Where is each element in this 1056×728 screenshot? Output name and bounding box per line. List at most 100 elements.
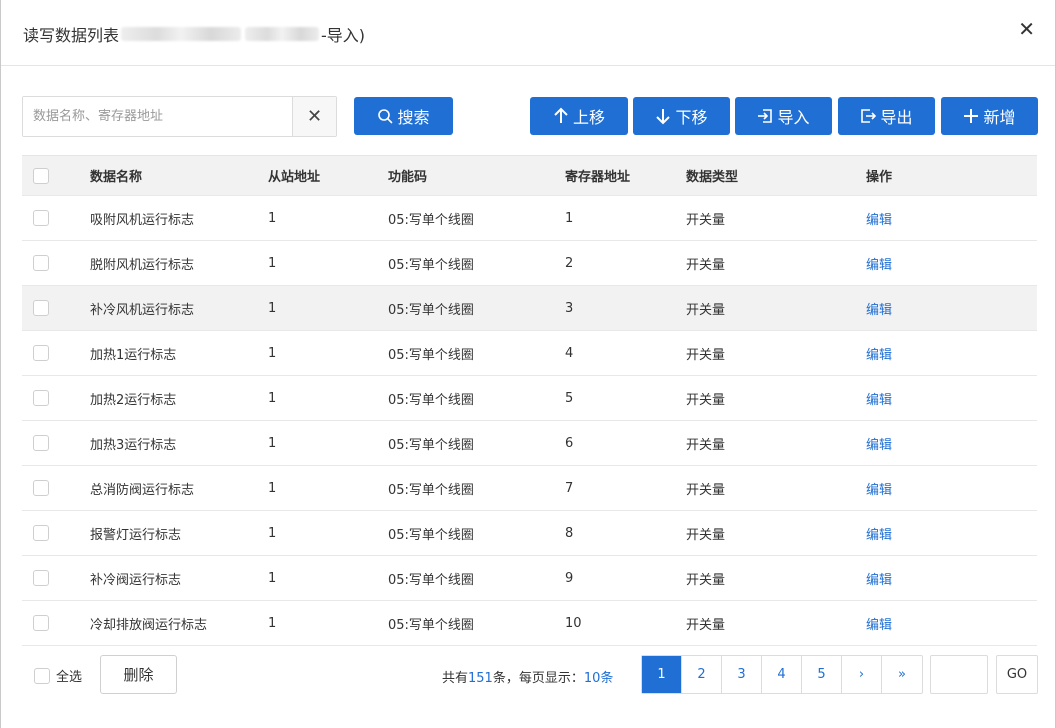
goto-page-input[interactable] [930,655,988,694]
delete-button[interactable]: 删除 [100,655,177,694]
table-row[interactable]: 补冷阀运行标志 1 05:写单个线圈 9 开关量 编辑 [22,556,1037,601]
cell-slave-address: 1 [268,300,277,316]
cell-register-address: 7 [565,480,574,496]
row-checkbox[interactable] [33,255,49,271]
cell-data-type: 开关量 [686,302,726,318]
close-icon[interactable]: ✕ [1018,18,1035,40]
cell-data-name: 补冷阀运行标志 [90,572,182,588]
cell-data-type: 开关量 [686,482,726,498]
page-info: 共有151条，每页显示：10条 [442,667,613,686]
total-prefix: 共有 [442,671,469,686]
go-button[interactable]: GO [996,655,1038,694]
row-checkbox[interactable] [33,390,49,406]
row-checkbox-cell [33,241,49,285]
cell-slave-address: 1 [268,480,277,496]
row-checkbox[interactable] [33,435,49,451]
search-button[interactable]: 搜索 [354,97,453,135]
last-page-button[interactable]: » [882,656,922,693]
select-all-header-checkbox[interactable] [33,167,49,184]
cell-data-name: 脱附风机运行标志 [90,257,195,273]
dialog: 读写数据列表 -导入) ✕ ✕ 搜索 上移 下移 [0,0,1056,728]
cell-register-address: 9 [565,570,574,586]
page-button-2[interactable]: 2 [682,656,722,693]
edit-link[interactable]: 编辑 [866,376,892,420]
total-count: 151 [468,671,493,686]
row-checkbox[interactable] [33,345,49,361]
next-page-button[interactable]: › [842,656,882,693]
cell-slave-address: 1 [268,390,277,406]
edit-link[interactable]: 编辑 [866,196,892,240]
header-name: 数据名称 [90,170,143,185]
table-row[interactable]: 总消防阀运行标志 1 05:写单个线圈 7 开关量 编辑 [22,466,1037,511]
page-button-3[interactable]: 3 [722,656,762,693]
cell-data-type: 开关量 [686,527,726,543]
table-row[interactable]: 加热1运行标志 1 05:写单个线圈 4 开关量 编辑 [22,331,1037,376]
edit-link[interactable]: 编辑 [866,556,892,600]
table-header-row: 数据名称 从站地址 功能码 寄存器地址 数据类型 操作 [22,156,1037,196]
edit-link[interactable]: 编辑 [866,466,892,510]
cell-slave-address: 1 [268,525,277,541]
select-all[interactable]: 全选 [34,666,82,685]
cell-slave-address: 1 [268,615,277,631]
edit-link[interactable]: 编辑 [866,331,892,375]
edit-link[interactable]: 编辑 [866,601,892,645]
cell-register-address: 5 [565,390,574,406]
table-row[interactable]: 补冷风机运行标志 1 05:写单个线圈 3 开关量 编辑 [22,286,1037,331]
plus-icon [964,109,979,123]
row-checkbox[interactable] [33,570,49,586]
select-all-checkbox[interactable] [34,667,50,684]
cell-function-code: 05:写单个线圈 [388,437,474,453]
cell-register-address: 4 [565,345,574,361]
row-checkbox[interactable] [33,525,49,541]
edit-link[interactable]: 编辑 [866,286,892,330]
cell-data-name: 吸附风机运行标志 [90,212,195,228]
move-up-label: 上移 [572,108,605,127]
row-checkbox-cell [33,511,49,555]
cell-function-code: 05:写单个线圈 [388,392,474,408]
move-down-button[interactable]: 下移 [633,97,730,135]
table-row[interactable]: 加热2运行标志 1 05:写单个线圈 5 开关量 编辑 [22,376,1037,421]
cell-register-address: 10 [565,615,582,631]
row-checkbox[interactable] [33,615,49,631]
import-button[interactable]: 导入 [735,97,832,135]
table-row[interactable]: 加热3运行标志 1 05:写单个线圈 6 开关量 编辑 [22,421,1037,466]
cell-data-name: 加热2运行标志 [90,392,177,408]
search-input[interactable] [23,97,292,136]
row-checkbox-cell [33,286,49,330]
edit-link[interactable]: 编辑 [866,241,892,285]
dialog-title: 读写数据列表 -导入) [23,22,365,46]
cell-register-address: 2 [565,255,574,271]
close-icon: ✕ [306,106,323,127]
table-row[interactable]: 吸附风机运行标志 1 05:写单个线圈 1 开关量 编辑 [22,196,1037,241]
export-icon [861,109,877,123]
table-row[interactable]: 报警灯运行标志 1 05:写单个线圈 8 开关量 编辑 [22,511,1037,556]
edit-link[interactable]: 编辑 [866,511,892,555]
row-checkbox[interactable] [33,480,49,496]
import-label: 导入 [777,108,810,127]
cell-data-name: 加热3运行标志 [90,437,177,453]
cell-data-type: 开关量 [686,212,726,228]
export-button[interactable]: 导出 [838,97,935,135]
edit-link[interactable]: 编辑 [866,421,892,465]
page-button-5[interactable]: 5 [802,656,842,693]
page-button-1[interactable]: 1 [642,656,682,693]
header-register-address: 寄存器地址 [565,170,631,185]
arrow-up-icon [554,107,568,123]
table-row[interactable]: 冷却排放阀运行标志 1 05:写单个线圈 10 开关量 编辑 [22,601,1037,646]
move-down-label: 下移 [675,108,708,127]
cell-function-code: 05:写单个线圈 [388,482,474,498]
clear-search-button[interactable]: ✕ [292,97,336,136]
page-button-4[interactable]: 4 [762,656,802,693]
header-function-code: 功能码 [388,170,428,185]
row-checkbox[interactable] [33,210,49,226]
cell-data-name: 补冷风机运行标志 [90,302,195,318]
add-button[interactable]: 新增 [941,97,1038,135]
cell-function-code: 05:写单个线圈 [388,617,474,633]
cell-register-address: 1 [565,210,574,226]
search-box: ✕ [22,96,337,137]
move-up-button[interactable]: 上移 [530,97,628,135]
table-row[interactable]: 脱附风机运行标志 1 05:写单个线圈 2 开关量 编辑 [22,241,1037,286]
cell-data-type: 开关量 [686,347,726,363]
cell-slave-address: 1 [268,210,277,226]
row-checkbox[interactable] [33,300,49,316]
